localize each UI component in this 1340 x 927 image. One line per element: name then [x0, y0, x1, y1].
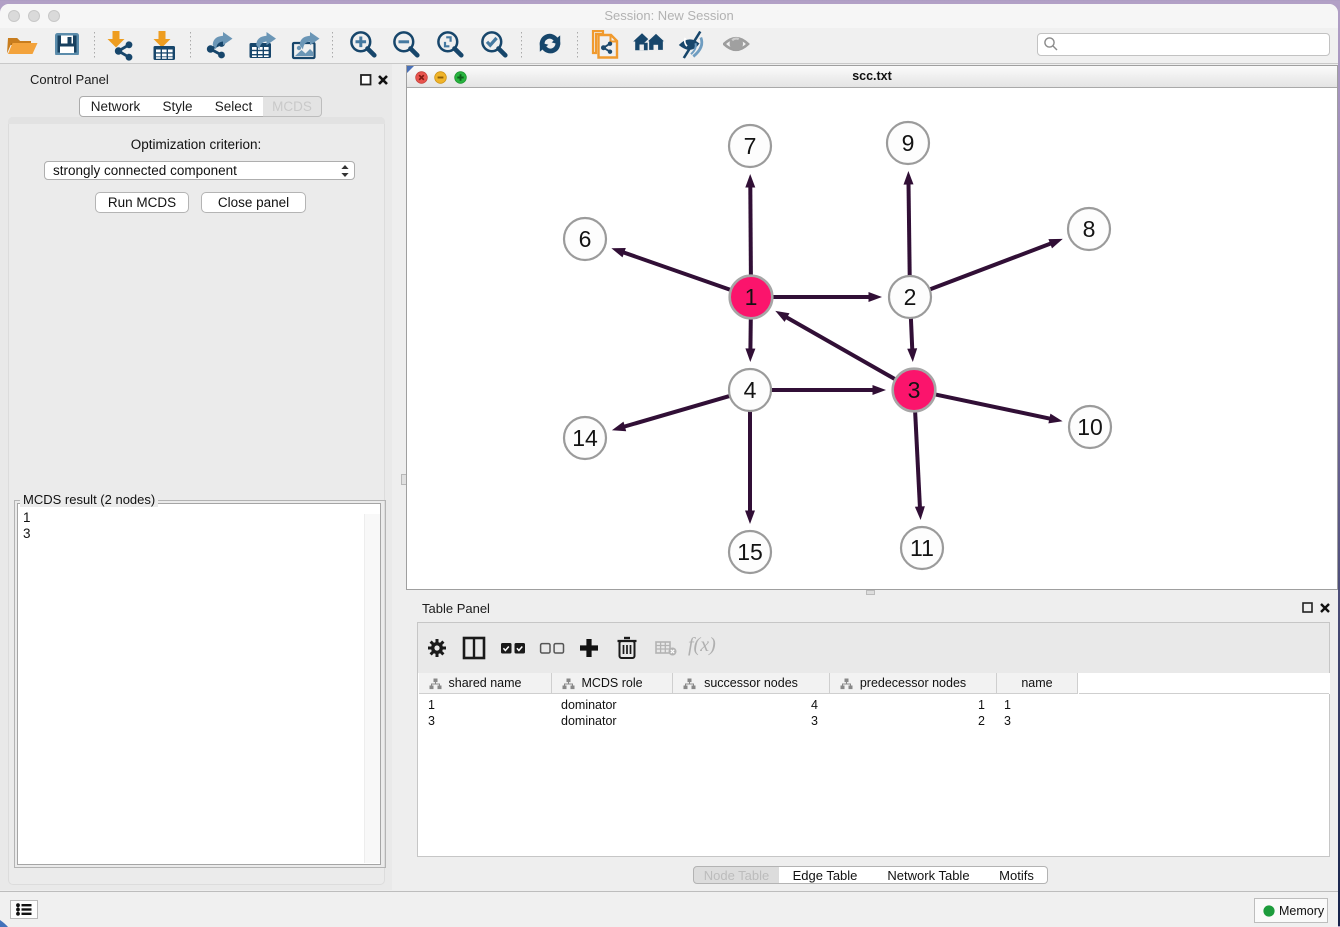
svg-text:1: 1 [745, 284, 758, 310]
svg-text:14: 14 [572, 425, 598, 451]
svg-text:8: 8 [1083, 216, 1096, 242]
svg-text:15: 15 [737, 539, 763, 565]
svg-text:3: 3 [908, 377, 921, 403]
svg-text:6: 6 [579, 226, 592, 252]
svg-text:10: 10 [1077, 414, 1103, 440]
svg-text:9: 9 [902, 130, 915, 156]
svg-text:2: 2 [904, 284, 917, 310]
svg-text:7: 7 [744, 133, 757, 159]
svg-text:11: 11 [910, 535, 934, 561]
svg-text:4: 4 [744, 377, 757, 403]
